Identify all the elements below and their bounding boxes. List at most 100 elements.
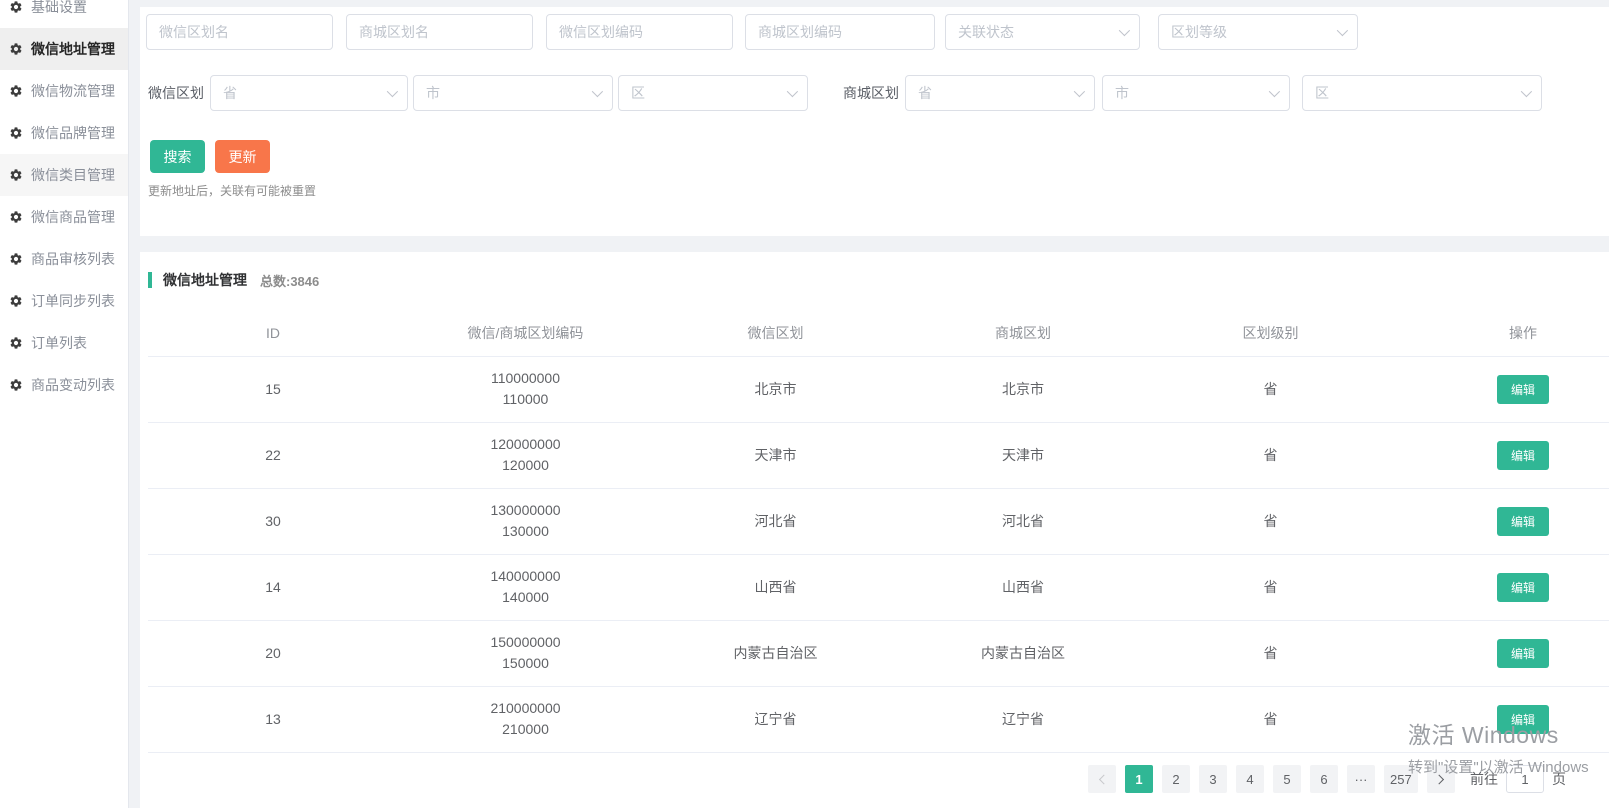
- sidebar-item-label: 微信品牌管理: [31, 123, 115, 143]
- cell-id: 30: [148, 488, 398, 554]
- sidebar-item-wechat-logistics[interactable]: 微信物流管理: [0, 70, 128, 112]
- sidebar: 基础设置 微信地址管理 微信物流管理 微信品牌管理 微信类目管理 微信商品管理 …: [0, 0, 129, 808]
- goto-label: 前往: [1470, 769, 1498, 789]
- sidebar-item-wechat-address[interactable]: 微信地址管理: [0, 28, 128, 70]
- goto-page-input[interactable]: [1506, 765, 1544, 793]
- update-button[interactable]: 更新: [215, 140, 270, 173]
- region-level-select[interactable]: 区划等级: [1158, 14, 1358, 50]
- edit-button[interactable]: 编辑: [1497, 573, 1549, 602]
- sidebar-item-basic-settings[interactable]: 基础设置: [0, 0, 128, 28]
- page-button-4[interactable]: 4: [1236, 765, 1264, 793]
- cell-wx-region: 河北省: [653, 488, 898, 554]
- cell-wx-region: 天津市: [653, 422, 898, 488]
- mall-code: 150000: [398, 653, 653, 674]
- page-button-2[interactable]: 2: [1162, 765, 1190, 793]
- sidebar-item-wechat-category[interactable]: 微信类目管理: [0, 154, 128, 196]
- link-status-placeholder: 关联状态: [958, 22, 1014, 42]
- cell-wx-region: 辽宁省: [653, 686, 898, 752]
- sidebar-item-product-changes[interactable]: 商品变动列表: [0, 364, 128, 406]
- gear-icon: [9, 126, 23, 140]
- page-button-257[interactable]: 257: [1384, 765, 1418, 793]
- goto-page: 前往 页: [1470, 765, 1566, 793]
- chevron-down-icon: [787, 86, 798, 97]
- page-button-5[interactable]: 5: [1273, 765, 1301, 793]
- table-row: 15 110000000 110000 北京市 北京市 省 编辑: [148, 356, 1609, 422]
- page-unit-label: 页: [1552, 769, 1566, 789]
- sidebar-item-wechat-product[interactable]: 微信商品管理: [0, 196, 128, 238]
- table-row: 30 130000000 130000 河北省 河北省 省 编辑: [148, 488, 1609, 554]
- cell-level: 省: [1148, 620, 1393, 686]
- table-row: 13 210000000 210000 辽宁省 辽宁省 省 编辑: [148, 686, 1609, 752]
- cell-mall-region: 山西省: [898, 554, 1148, 620]
- sidebar-item-label: 商品审核列表: [31, 249, 115, 269]
- mall-province-select[interactable]: 省: [905, 75, 1095, 111]
- pagination: 1 2 3 4 5 6 ··· 257: [1088, 765, 1455, 793]
- col-header-wx: 微信区划: [653, 310, 898, 356]
- cell-mall-region: 北京市: [898, 356, 1148, 422]
- mall-code: 140000: [398, 587, 653, 608]
- sidebar-item-label: 订单同步列表: [31, 291, 115, 311]
- chevron-down-icon: [1119, 25, 1130, 36]
- cell-level: 省: [1148, 356, 1393, 422]
- gear-icon: [9, 252, 23, 266]
- wechat-code: 140000000: [398, 566, 653, 587]
- mall-code: 130000: [398, 521, 653, 542]
- cell-codes: 150000000 150000: [398, 620, 653, 686]
- mall-region-code-input[interactable]: [745, 14, 935, 50]
- wechat-code: 150000000: [398, 632, 653, 653]
- table-panel: 微信地址管理 总数:3846 ID 微信/商城区划编码 微信区划 商城区划 区划…: [140, 252, 1609, 808]
- page-button-1[interactable]: 1: [1125, 765, 1153, 793]
- mall-region-name-input[interactable]: [346, 14, 533, 50]
- gear-icon: [9, 294, 23, 308]
- wechat-region-name-input[interactable]: [146, 14, 333, 50]
- mall-code: 210000: [398, 719, 653, 740]
- chevron-down-icon: [1269, 86, 1280, 97]
- cell-level: 省: [1148, 686, 1393, 752]
- wechat-province-select[interactable]: 省: [210, 75, 408, 111]
- gear-icon: [9, 42, 23, 56]
- sidebar-item-order-list[interactable]: 订单列表: [0, 322, 128, 364]
- wechat-city-select[interactable]: 市: [413, 75, 613, 111]
- cell-codes: 110000000 110000: [398, 356, 653, 422]
- cell-id: 13: [148, 686, 398, 752]
- address-table: ID 微信/商城区划编码 微信区划 商城区划 区划级别 操作 15 110000…: [148, 310, 1609, 753]
- page-button-3[interactable]: 3: [1199, 765, 1227, 793]
- province-placeholder: 省: [223, 83, 237, 103]
- link-status-select[interactable]: 关联状态: [945, 14, 1140, 50]
- chevron-down-icon: [1337, 25, 1348, 36]
- gear-icon: [9, 378, 23, 392]
- gear-icon: [9, 168, 23, 182]
- next-page-button[interactable]: [1427, 765, 1455, 793]
- sidebar-item-label: 微信物流管理: [31, 81, 115, 101]
- mall-city-select[interactable]: 市: [1102, 75, 1290, 111]
- page-ellipsis[interactable]: ···: [1347, 765, 1375, 793]
- edit-button[interactable]: 编辑: [1497, 441, 1549, 470]
- wechat-region-label: 微信区划: [148, 75, 204, 111]
- edit-button[interactable]: 编辑: [1497, 507, 1549, 536]
- page-button-6[interactable]: 6: [1310, 765, 1338, 793]
- edit-button[interactable]: 编辑: [1497, 375, 1549, 404]
- sidebar-item-wechat-brand[interactable]: 微信品牌管理: [0, 112, 128, 154]
- wechat-code: 120000000: [398, 434, 653, 455]
- wechat-code: 110000000: [398, 368, 653, 389]
- sidebar-item-label: 微信类目管理: [31, 165, 115, 185]
- total-count: 总数:3846: [260, 271, 319, 290]
- cell-wx-region: 北京市: [653, 356, 898, 422]
- wechat-district-select[interactable]: 区: [618, 75, 808, 111]
- wechat-region-code-input[interactable]: [546, 14, 733, 50]
- mall-code: 120000: [398, 455, 653, 476]
- sidebar-item-product-review[interactable]: 商品审核列表: [0, 238, 128, 280]
- city-placeholder: 市: [426, 83, 440, 103]
- edit-button[interactable]: 编辑: [1497, 639, 1549, 668]
- cell-level: 省: [1148, 422, 1393, 488]
- gear-icon: [9, 84, 23, 98]
- prev-page-button[interactable]: [1088, 765, 1116, 793]
- col-header-codes: 微信/商城区划编码: [398, 310, 653, 356]
- sidebar-item-order-sync[interactable]: 订单同步列表: [0, 280, 128, 322]
- mall-district-select[interactable]: 区: [1302, 75, 1542, 111]
- edit-button[interactable]: 编辑: [1497, 705, 1549, 734]
- search-button[interactable]: 搜索: [150, 140, 205, 173]
- cell-codes: 140000000 140000: [398, 554, 653, 620]
- section-header: 微信地址管理 总数:3846: [148, 270, 319, 290]
- table-row: 14 140000000 140000 山西省 山西省 省 编辑: [148, 554, 1609, 620]
